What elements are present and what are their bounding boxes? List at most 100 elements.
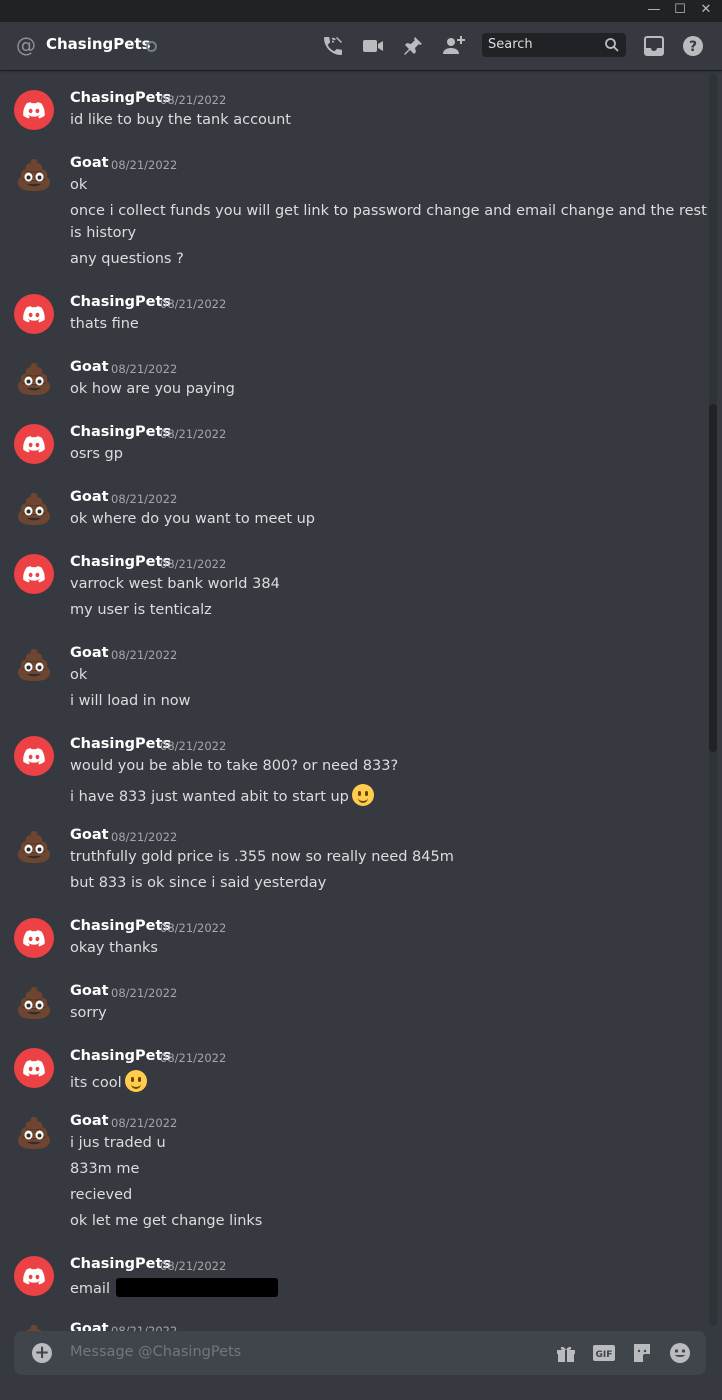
message-author[interactable]: Goat bbox=[70, 983, 109, 999]
message-author[interactable]: ChasingPets bbox=[70, 554, 171, 570]
message-line: would you be able to take 800? or need 8… bbox=[70, 758, 398, 774]
poop-emoji-avatar[interactable] bbox=[14, 359, 54, 399]
window-titlebar: — ☐ ✕ bbox=[0, 0, 722, 22]
discord-logo-avatar[interactable] bbox=[14, 424, 54, 464]
message-text: truthfully gold price is .355 now so rea… bbox=[70, 849, 454, 865]
poop-emoji-avatar[interactable] bbox=[14, 489, 54, 529]
message-text: ok how are you paying bbox=[70, 381, 235, 397]
message-line: id like to buy the tank account bbox=[70, 112, 291, 128]
slight-smile-emoji-icon bbox=[351, 784, 374, 806]
discord-logo-avatar[interactable] bbox=[14, 918, 54, 958]
sticker-icon[interactable] bbox=[630, 1341, 654, 1365]
message-line: email bbox=[70, 1278, 278, 1297]
message-composer[interactable]: + Message @ChasingPets GIF bbox=[14, 1331, 706, 1375]
poop-emoji-icon bbox=[17, 987, 51, 1019]
message-line: its cool bbox=[70, 1070, 147, 1092]
message-author[interactable]: Goat bbox=[70, 827, 109, 843]
poop-emoji-avatar[interactable] bbox=[14, 827, 54, 867]
message-line: is history bbox=[70, 225, 136, 241]
bottom-strip bbox=[0, 1375, 722, 1400]
redacted-block bbox=[116, 1278, 278, 1297]
message-line: i have 833 just wanted abit to start up bbox=[70, 784, 374, 806]
svg-text:?: ? bbox=[689, 39, 697, 55]
discord-logo-avatar[interactable] bbox=[14, 736, 54, 776]
discord-logo-avatar[interactable] bbox=[14, 294, 54, 334]
message-author[interactable]: ChasingPets bbox=[70, 736, 171, 752]
message-text: would you be able to take 800? or need 8… bbox=[70, 758, 399, 774]
message-author[interactable]: Goat bbox=[70, 645, 109, 661]
message-author[interactable]: ChasingPets bbox=[70, 90, 171, 106]
message-author[interactable]: Goat bbox=[70, 489, 109, 505]
message-text: ok bbox=[70, 177, 88, 193]
minimize-button[interactable]: — bbox=[640, 0, 668, 22]
message-author[interactable]: Goat bbox=[70, 359, 109, 375]
message-timestamp: 08/21/2022 bbox=[111, 986, 178, 1000]
message-timestamp: 08/21/2022 bbox=[160, 921, 227, 935]
message-timestamp: 08/21/2022 bbox=[111, 830, 178, 844]
message-author[interactable]: ChasingPets bbox=[70, 424, 171, 440]
emoji-picker-icon[interactable] bbox=[668, 1341, 692, 1365]
message-text: recieved bbox=[70, 1187, 133, 1203]
message-line: osrs gp bbox=[70, 446, 123, 462]
message-author[interactable]: Goat bbox=[70, 155, 109, 171]
message-author[interactable]: ChasingPets bbox=[70, 918, 171, 934]
phone-icon[interactable] bbox=[321, 34, 345, 58]
message-text: osrs gp bbox=[70, 446, 123, 462]
scrollbar-thumb[interactable] bbox=[709, 404, 717, 752]
add-attachment-icon[interactable]: + bbox=[32, 1343, 52, 1363]
discord-logo-avatar[interactable] bbox=[14, 90, 54, 130]
add-friend-icon[interactable] bbox=[441, 34, 465, 58]
poop-emoji-avatar[interactable] bbox=[14, 983, 54, 1023]
discord-logo-avatar[interactable] bbox=[14, 554, 54, 594]
message-line: ok bbox=[70, 667, 87, 683]
message-text: once i collect funds you will get link t… bbox=[70, 203, 707, 219]
discord-logo-avatar[interactable] bbox=[14, 1256, 54, 1296]
message-text: my user is tenticalz bbox=[70, 602, 212, 618]
message-text: varrock west bank world 384 bbox=[70, 576, 280, 592]
poop-emoji-icon bbox=[17, 159, 51, 191]
message-text: is history bbox=[70, 225, 137, 241]
poop-emoji-icon bbox=[17, 363, 51, 395]
discord-logo-icon bbox=[23, 306, 45, 323]
pin-icon[interactable] bbox=[401, 34, 425, 58]
gif-icon[interactable]: GIF bbox=[592, 1341, 616, 1365]
gift-icon[interactable] bbox=[554, 1341, 578, 1365]
message-author[interactable]: ChasingPets bbox=[70, 1256, 171, 1272]
message-text: ok let me get change links bbox=[70, 1213, 263, 1229]
message-line: but 833 is ok since i said yesterday bbox=[70, 875, 326, 891]
message-timestamp: 08/21/2022 bbox=[111, 648, 178, 662]
close-button[interactable]: ✕ bbox=[692, 0, 720, 22]
message-line: i jus traded u bbox=[70, 1135, 166, 1151]
discord-logo-icon bbox=[23, 436, 45, 453]
discord-logo-avatar[interactable] bbox=[14, 1048, 54, 1088]
message-line: okay thanks bbox=[70, 940, 158, 956]
help-icon[interactable]: ? bbox=[681, 34, 705, 58]
video-icon[interactable] bbox=[361, 34, 385, 58]
discord-logo-icon bbox=[23, 1268, 45, 1285]
message-text: okay thanks bbox=[70, 940, 158, 956]
message-list[interactable]: ChasingPets 08/21/2022 id like to buy the … bbox=[0, 70, 708, 1332]
message-timestamp: 08/21/2022 bbox=[111, 1116, 178, 1130]
search-placeholder: Search bbox=[488, 37, 533, 52]
channel-header: @ ChasingPets Search ? bbox=[0, 22, 722, 70]
message-text: ok where do you want to meet up bbox=[70, 511, 316, 527]
message-input[interactable]: Message @ChasingPets bbox=[70, 1344, 241, 1360]
maximize-button[interactable]: ☐ bbox=[666, 0, 694, 22]
message-author[interactable]: Goat bbox=[70, 1113, 109, 1129]
poop-emoji-icon bbox=[17, 649, 51, 681]
poop-emoji-avatar[interactable] bbox=[14, 645, 54, 685]
message-text: its cool bbox=[70, 1075, 122, 1091]
inbox-icon[interactable] bbox=[642, 34, 666, 58]
channel-name: ChasingPets bbox=[46, 35, 151, 53]
message-author[interactable]: ChasingPets bbox=[70, 294, 171, 310]
message-timestamp: 08/21/2022 bbox=[160, 297, 227, 311]
message-text: email bbox=[70, 1281, 110, 1297]
message-text: ok bbox=[70, 667, 88, 683]
poop-emoji-icon bbox=[17, 1117, 51, 1149]
search-input[interactable]: Search bbox=[482, 33, 626, 57]
poop-emoji-avatar[interactable] bbox=[14, 155, 54, 195]
message-line: thats fine bbox=[70, 316, 139, 332]
poop-emoji-avatar[interactable] bbox=[14, 1113, 54, 1153]
message-text: any questions ? bbox=[70, 251, 184, 267]
message-author[interactable]: ChasingPets bbox=[70, 1048, 171, 1064]
